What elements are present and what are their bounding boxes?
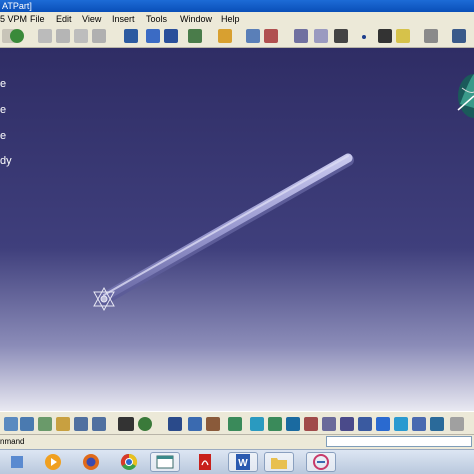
taskbar-firefox[interactable]: [76, 452, 106, 472]
menu-bar: 5 VPM File Edit View Insert Tools Window…: [0, 12, 474, 26]
plane-icon[interactable]: [246, 29, 260, 43]
render-icon[interactable]: [430, 417, 444, 431]
views-icon[interactable]: [358, 417, 372, 431]
media-player-icon: [45, 454, 61, 470]
mask-icon[interactable]: [146, 29, 160, 43]
3d-viewport[interactable]: e e e dy: [0, 48, 474, 411]
taskbar-word[interactable]: W: [228, 452, 258, 472]
acrobat-icon: [199, 454, 211, 470]
folder-icon: [271, 458, 287, 469]
paste-icon[interactable]: [56, 417, 70, 431]
shading-icon[interactable]: [376, 417, 390, 431]
command-label: nmand: [0, 437, 25, 446]
copy-icon[interactable]: [38, 417, 52, 431]
print-icon[interactable]: [92, 29, 106, 43]
command-bar: nmand: [0, 435, 474, 449]
constraint-icon[interactable]: [294, 29, 308, 43]
window-title: ATPart]: [2, 1, 32, 11]
hide-show-icon[interactable]: [394, 417, 408, 431]
redo-icon[interactable]: [92, 417, 106, 431]
link-icon[interactable]: [124, 29, 138, 43]
open-icon[interactable]: [56, 29, 70, 43]
part-canvas: [93, 74, 474, 312]
menu-vpm[interactable]: 5 VPM: [0, 12, 27, 26]
cylinder-part[interactable]: [98, 153, 354, 305]
svg-text:W: W: [238, 458, 248, 469]
title-bar: ATPart]: [0, 0, 474, 12]
surface-icon[interactable]: [396, 29, 410, 43]
taskbar-folder[interactable]: [264, 452, 294, 472]
new-icon[interactable]: [38, 29, 52, 43]
compass-icon[interactable]: [457, 74, 474, 118]
point-icon[interactable]: [362, 35, 366, 39]
swap-icon[interactable]: [412, 417, 426, 431]
magnify-icon[interactable]: [314, 29, 328, 43]
select-icon[interactable]: [4, 417, 18, 431]
more-icon[interactable]: [450, 417, 464, 431]
menu-edit[interactable]: Edit: [56, 12, 72, 26]
chrome-icon: [120, 453, 138, 470]
globe-icon[interactable]: [10, 29, 24, 43]
word-icon: W: [236, 454, 250, 470]
menu-insert[interactable]: Insert: [112, 12, 135, 26]
window-icon: [156, 455, 174, 469]
save-icon[interactable]: [74, 29, 88, 43]
firefox-icon: [83, 454, 99, 470]
dot-icon[interactable]: [334, 29, 348, 43]
undo-icon[interactable]: [74, 417, 88, 431]
catia-icon: [313, 454, 329, 470]
comment-icon[interactable]: [138, 417, 152, 431]
normal-view-icon[interactable]: [340, 417, 354, 431]
sketch-icon[interactable]: [218, 29, 232, 43]
taskbar-chrome[interactable]: [114, 452, 144, 472]
fit-all-icon[interactable]: [228, 417, 242, 431]
bottom-toolbar: [0, 411, 474, 435]
measure-icon[interactable]: [424, 29, 438, 43]
snap-icon[interactable]: [188, 29, 202, 43]
tree-icon[interactable]: [188, 417, 202, 431]
menu-tools[interactable]: Tools: [146, 12, 167, 26]
taskbar-start[interactable]: [2, 452, 32, 472]
zoom-in-icon[interactable]: [304, 417, 318, 431]
windows-logo-icon: [11, 456, 23, 468]
grid-icon[interactable]: [164, 29, 178, 43]
pan-icon[interactable]: [268, 417, 282, 431]
formula-icon[interactable]: [118, 417, 134, 431]
zoom-out-icon[interactable]: [322, 417, 336, 431]
taskbar: W: [0, 449, 474, 474]
rotate-view-icon[interactable]: [286, 417, 300, 431]
rotate-icon[interactable]: [20, 417, 34, 431]
hierarchy-icon[interactable]: [206, 417, 220, 431]
top-toolbar: [0, 26, 474, 48]
table-icon[interactable]: [168, 417, 182, 431]
line-icon[interactable]: [378, 29, 392, 43]
command-input[interactable]: [326, 436, 472, 447]
menu-view[interactable]: View: [82, 12, 101, 26]
taskbar-window[interactable]: [150, 452, 180, 472]
taskbar-catia[interactable]: [306, 452, 336, 472]
menu-file[interactable]: File: [30, 12, 45, 26]
catalog-icon[interactable]: [452, 29, 466, 43]
axis-icon[interactable]: [264, 29, 278, 43]
menu-window[interactable]: Window: [180, 12, 212, 26]
taskbar-media-player[interactable]: [38, 452, 68, 472]
taskbar-acrobat[interactable]: [190, 452, 220, 472]
menu-help[interactable]: Help: [221, 12, 240, 26]
fly-icon[interactable]: [250, 417, 264, 431]
